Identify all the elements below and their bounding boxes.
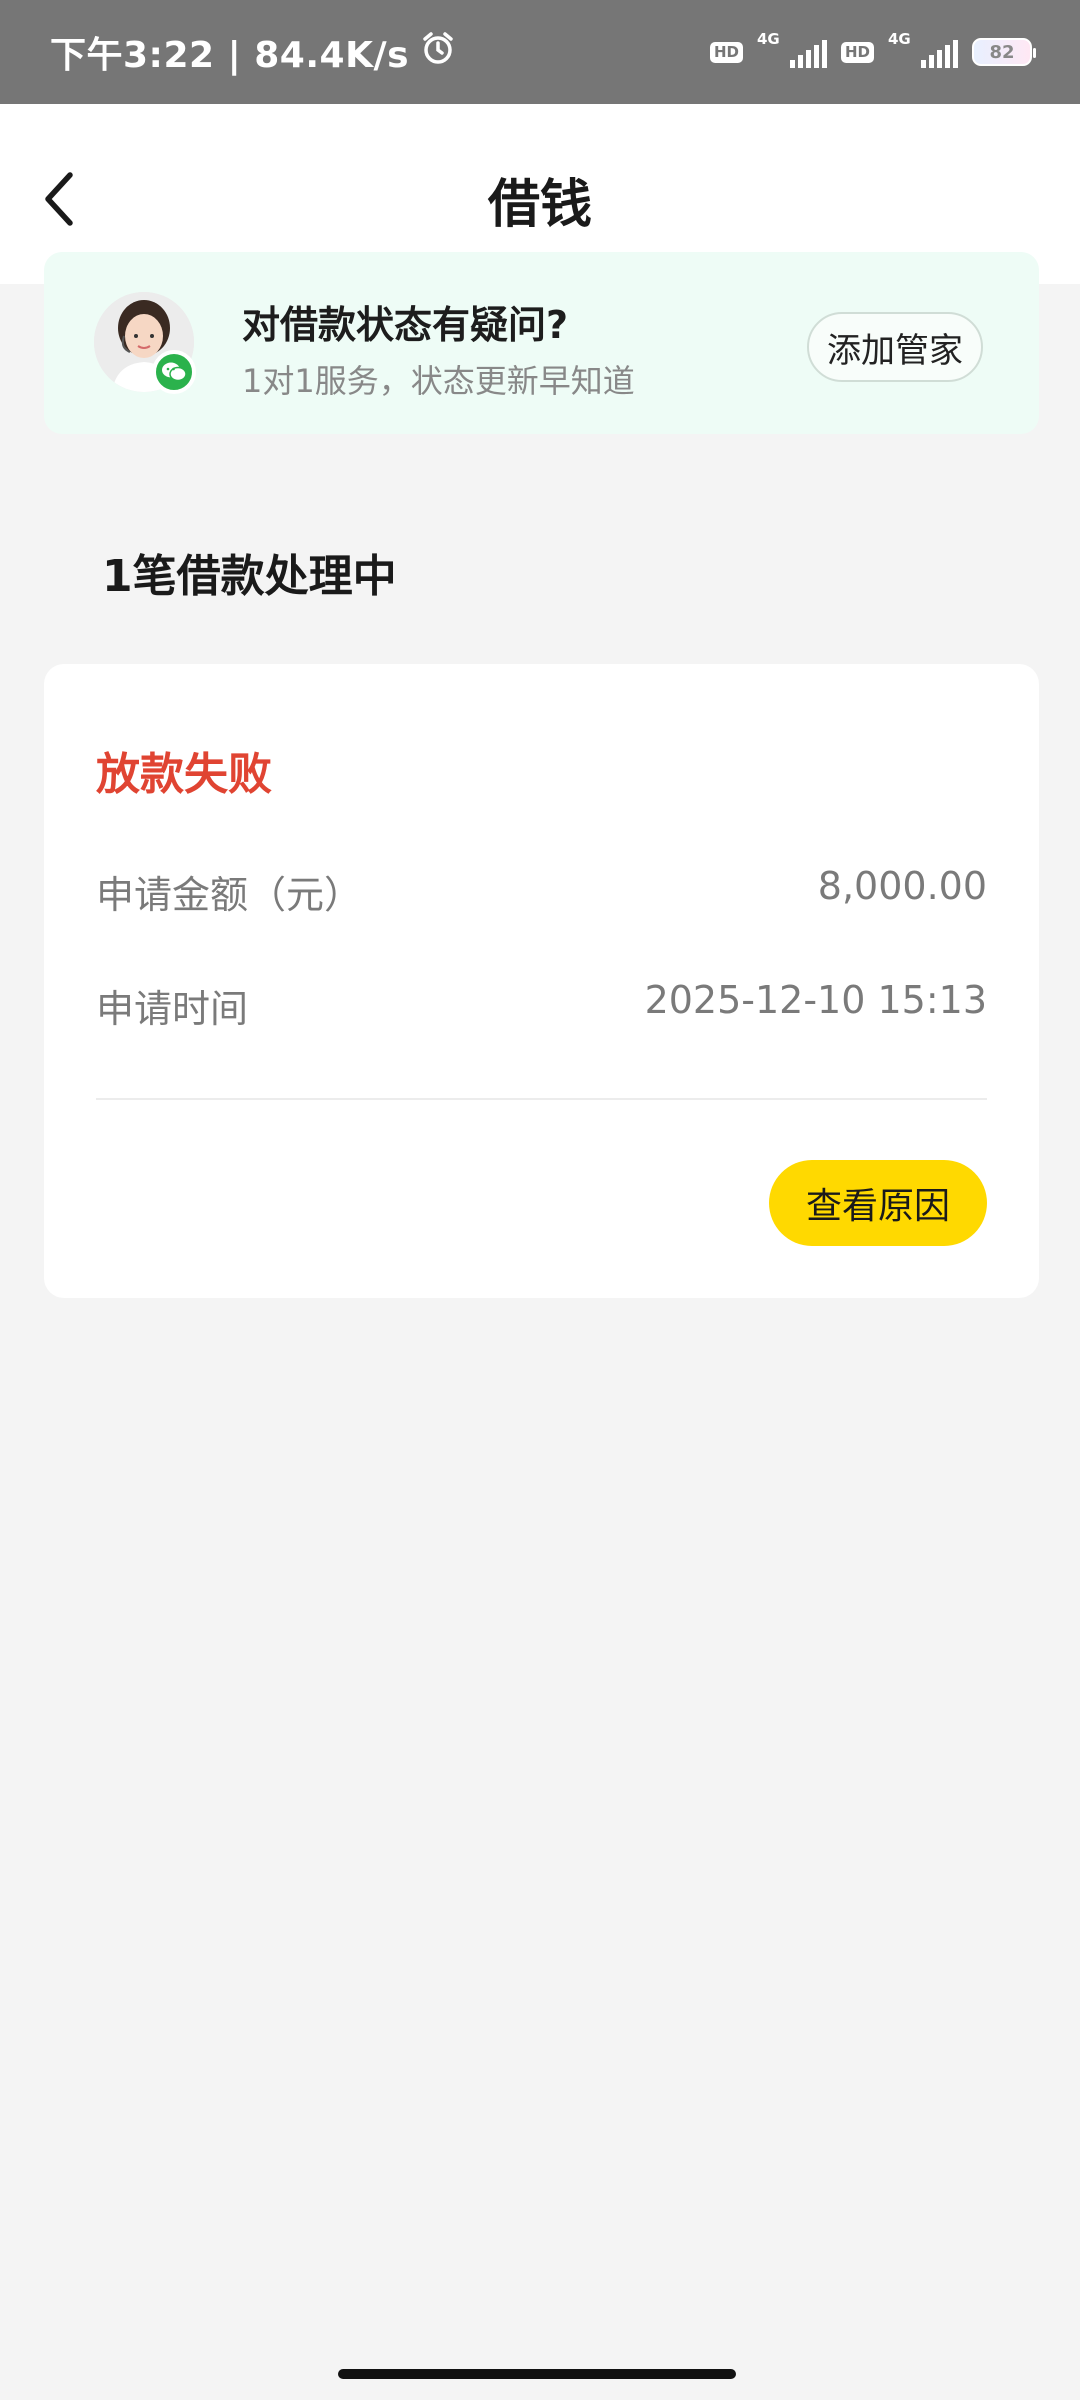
loan-card: 放款失败 申请金额（元） 8,000.00 申请时间 2025-12-10 15… (44, 664, 1039, 1298)
amount-value: 8,000.00 (817, 864, 987, 908)
home-indicator[interactable] (338, 2369, 736, 2379)
battery-icon: 82 (972, 38, 1036, 66)
hd-badge: HD (709, 41, 743, 63)
view-reason-button[interactable]: 查看原因 (769, 1160, 987, 1246)
divider (96, 1098, 987, 1100)
apply-time-value: 2025-12-10 15:13 (644, 978, 987, 1022)
status-bar: 下午3:22 | 84.4K/s HD 4G HD 4G 82 (0, 0, 1080, 104)
status-time-speed: 下午3:22 | 84.4K/s (50, 35, 410, 76)
signal-icon-2: 4G (888, 30, 958, 72)
section-title: 1笔借款处理中 (102, 551, 397, 602)
network-type-label-2: 4G (888, 30, 911, 48)
page-title: 借钱 (487, 175, 592, 235)
status-left: 下午3:22 | 84.4K/s (50, 26, 455, 78)
signal-icon: 4G (756, 30, 827, 72)
service-banner[interactable]: 对借款状态有疑问? 1对1服务，状态更新早知道 添加管家 (44, 252, 1039, 434)
banner-subtitle: 1对1服务，状态更新早知道 (242, 362, 635, 400)
hd-badge-2: HD (840, 41, 874, 63)
loan-status: 放款失败 (96, 749, 272, 800)
add-butler-button[interactable]: 添加管家 (807, 312, 983, 382)
alarm-icon (421, 31, 455, 74)
apply-time-label: 申请时间 (96, 987, 249, 1031)
banner-title: 对借款状态有疑问? (242, 303, 569, 347)
status-right: HD 4G HD 4G 82 (709, 30, 1036, 72)
amount-label: 申请金额（元） (96, 873, 363, 917)
wechat-icon (152, 350, 196, 394)
network-type-label: 4G (756, 30, 780, 48)
battery-level: 82 (989, 41, 1015, 63)
